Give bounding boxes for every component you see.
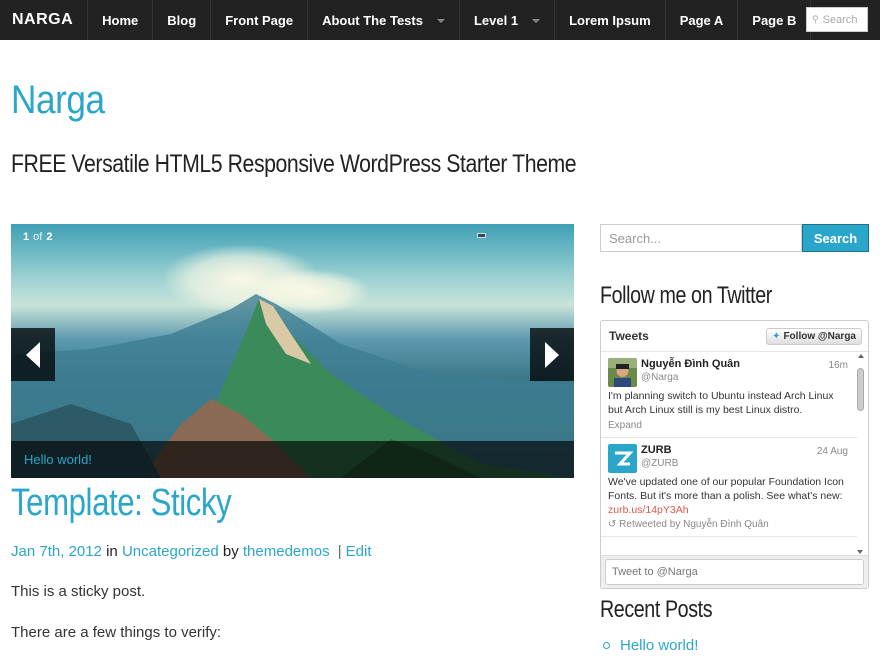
tweet-text: I'm planning switch to Ubuntu instead Ar… [608, 390, 834, 416]
tweet-author-name[interactable]: Nguyễn Đình Quân [641, 358, 850, 370]
tweet-author-handle[interactable]: @ZURB [641, 458, 850, 469]
slide-current: 1 [23, 231, 30, 243]
tweet-link[interactable]: zurb.us/14pY3Ah [608, 504, 689, 516]
nav-about-the-tests[interactable]: About The Tests [308, 0, 460, 40]
scroll-up-icon[interactable] [857, 354, 864, 358]
post-edit-link[interactable]: Edit [346, 543, 372, 560]
nav-lorem-ipsum[interactable]: Lorem Ipsum [555, 0, 666, 40]
follow-button[interactable]: ✦ Follow @Narga [766, 327, 862, 345]
avatar [608, 358, 637, 387]
tweet-time[interactable]: 24 Aug [817, 446, 848, 457]
recent-post-link[interactable]: Hello world! [620, 637, 698, 654]
post-meta-by: by [222, 543, 239, 560]
recent-post-item[interactable]: Hello world! [603, 637, 698, 654]
sidebar-search: Search... Search [600, 224, 869, 252]
image-slider: 1 of 2 Hello world! [11, 224, 574, 478]
slide-caption-text: Hello world! [24, 452, 92, 467]
post-paragraph: This is a sticky post. [11, 583, 146, 600]
search-icon: ⚲ [812, 14, 819, 24]
nav-home-label: Home [102, 12, 139, 28]
nav-about-the-tests-label: About The Tests [322, 12, 423, 28]
nav-blog[interactable]: Blog [153, 0, 212, 40]
nav-page-a[interactable]: Page A [666, 0, 739, 40]
topbar-search-input[interactable]: ⚲ Search [806, 7, 868, 32]
nav-front-page-label: Front Page [225, 12, 294, 28]
tweet-author-handle[interactable]: @Narga [641, 372, 850, 383]
post-meta-separator: | [337, 543, 342, 560]
twitter-widget-header: Tweets ✦ Follow @Narga [601, 321, 868, 352]
follow-button-label: Follow @Narga [783, 330, 856, 342]
slide-prev-button[interactable] [11, 328, 55, 381]
post-paragraph: There are a few things to verify: [11, 624, 222, 641]
tweet-text-body: We've updated one of our popular Foundat… [608, 476, 844, 502]
tweet-text: We've updated one of our popular Foundat… [608, 475, 850, 517]
tweet-list: Nguyễn Đình Quân @Narga 16m I'm planning… [601, 352, 857, 555]
nav-page-b-label: Page B [752, 12, 797, 28]
nav-blog-label: Blog [167, 12, 197, 28]
sidebar-search-button[interactable]: Search [802, 224, 869, 252]
arrow-left-icon [26, 341, 40, 368]
tweet[interactable]: Nguyễn Đình Quân @Narga 16m I'm planning… [601, 352, 857, 438]
retweet-text: Retweeted by Nguyễn Đình Quân [619, 519, 769, 530]
nav-page-b[interactable]: Page B [738, 0, 812, 40]
slide-bullet[interactable] [477, 233, 486, 238]
avatar [608, 444, 637, 473]
site-description: FREE Versatile HTML5 Responsive WordPres… [11, 150, 577, 178]
slide-caption[interactable]: Hello world! [11, 441, 574, 478]
top-bar: NARGA Home Blog Front Page About The Tes… [0, 0, 880, 40]
sidebar-search-placeholder: Search... [609, 231, 662, 246]
twitter-bird-icon: ✦ [772, 330, 781, 342]
nav-page-a-label: Page A [679, 12, 724, 28]
post-category-link[interactable]: Uncategorized [122, 543, 219, 560]
post-meta: Jan 7th, 2012 in Uncategorized by themed… [11, 543, 372, 560]
scroll-down-icon[interactable] [857, 550, 863, 554]
nav-lorem-ipsum-label: Lorem Ipsum [569, 12, 651, 28]
post-title[interactable]: Template: Sticky [11, 482, 232, 525]
tweet-list-scrollbar[interactable] [856, 354, 865, 554]
nav-front-page[interactable]: Front Page [211, 0, 309, 40]
caret-down-icon [532, 18, 541, 23]
brand-logo[interactable]: NARGA [0, 0, 89, 40]
slide-mountain [11, 294, 574, 478]
slide-next-button[interactable] [530, 328, 574, 381]
bullet-icon [603, 642, 610, 649]
tweet-to-button[interactable]: Tweet to @Narga [605, 559, 864, 585]
caret-down-icon [436, 18, 445, 23]
slide-of: of [33, 231, 43, 243]
post-date-link[interactable]: Jan 7th, 2012 [11, 543, 102, 560]
scrollbar-thumb[interactable] [857, 368, 864, 411]
sidebar-search-input[interactable]: Search... [600, 224, 802, 252]
nav-home[interactable]: Home [88, 0, 154, 40]
tweet-retweet-info: ↺ Retweeted by Nguyễn Đình Quân [608, 519, 850, 530]
slide-total: 2 [46, 231, 53, 243]
nav-level-1-label: Level 1 [473, 12, 519, 28]
tweet-time[interactable]: 16m [829, 360, 848, 371]
retweet-icon: ↺ [608, 519, 617, 530]
recent-posts-title: Recent Posts [600, 596, 713, 623]
slide-counter: 1 of 2 [23, 231, 52, 243]
post-meta-in: in [106, 543, 118, 560]
tweet-expand-link[interactable]: Expand [608, 420, 850, 431]
arrow-right-icon [545, 341, 559, 368]
tweets-label: Tweets [609, 329, 649, 343]
nav-level-1[interactable]: Level 1 [460, 0, 556, 40]
twitter-widget-title: Follow me on Twitter [600, 282, 772, 309]
topbar-search-placeholder: Search [822, 13, 858, 26]
site-title[interactable]: Narga [11, 78, 105, 123]
tweet-to-label: Tweet to @Narga [612, 566, 698, 578]
post-author-link[interactable]: themedemos [243, 543, 330, 560]
tweet[interactable]: ZURB @ZURB 24 Aug We've updated one of o… [601, 438, 857, 537]
twitter-widget: Tweets ✦ Follow @Narga Nguyễn Đình Quân … [600, 320, 869, 589]
